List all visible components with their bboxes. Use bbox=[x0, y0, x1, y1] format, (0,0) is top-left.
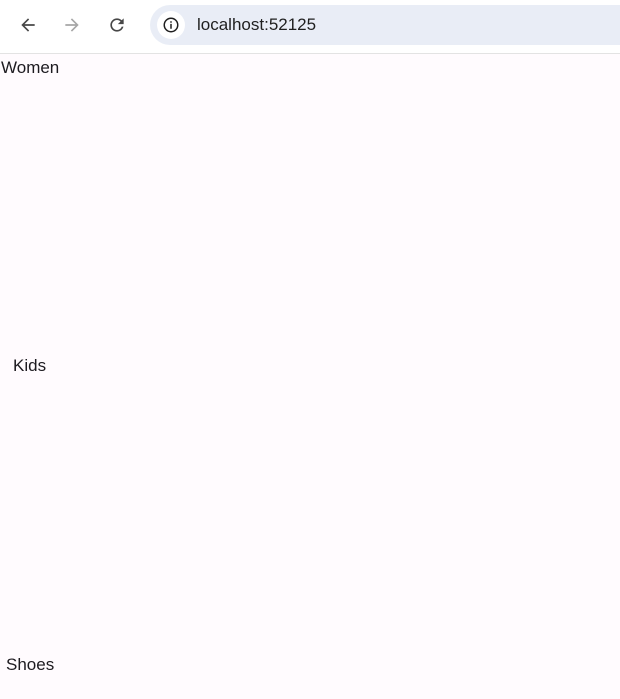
browser-toolbar: localhost:52125 bbox=[0, 0, 620, 54]
site-info-button[interactable] bbox=[157, 11, 185, 39]
arrow-right-icon bbox=[65, 18, 79, 32]
info-icon bbox=[163, 17, 179, 33]
category-women[interactable]: Women bbox=[1, 58, 59, 78]
back-button[interactable] bbox=[10, 9, 46, 41]
reload-button[interactable] bbox=[99, 9, 135, 41]
arrow-left-icon bbox=[21, 18, 35, 32]
address-bar[interactable]: localhost:52125 bbox=[150, 5, 620, 45]
category-shoes[interactable]: Shoes bbox=[6, 655, 54, 675]
page-content: Women Kids Shoes bbox=[0, 55, 620, 699]
url-text[interactable]: localhost:52125 bbox=[197, 15, 316, 35]
reload-icon bbox=[110, 18, 124, 32]
forward-button[interactable] bbox=[54, 9, 90, 41]
category-kids[interactable]: Kids bbox=[13, 356, 46, 376]
